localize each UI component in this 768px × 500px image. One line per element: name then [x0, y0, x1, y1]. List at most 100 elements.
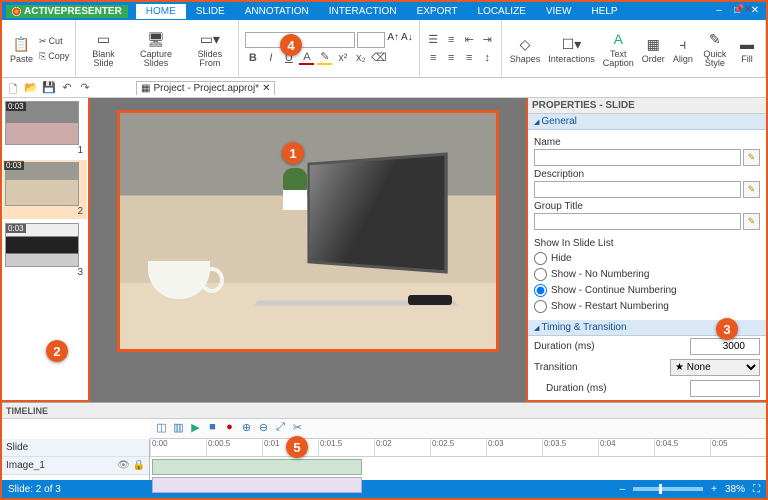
open-icon[interactable]: 📂 [24, 81, 38, 95]
superscript-button[interactable]: x² [335, 50, 350, 65]
font-size-input[interactable] [357, 32, 385, 48]
capture-slides-button[interactable]: 🖥Capture Slides [127, 27, 186, 70]
undo-icon[interactable]: ↶ [60, 81, 74, 95]
order-button[interactable]: ▦Order [638, 32, 669, 66]
quick-style-button[interactable]: ✎Quick Style [697, 27, 733, 70]
clip-slide[interactable] [152, 459, 362, 475]
interactions-button[interactable]: ☐▾Interactions [544, 32, 599, 66]
status-slide: Slide: 2 of 3 [8, 484, 61, 495]
visibility-icon[interactable]: 👁 🔒 [117, 460, 145, 471]
main-area: 0:03 1 0:03 2 0:03 3 PROPERTIES - SLIDE📌… [2, 98, 766, 402]
tl-snap-icon[interactable]: ◫ [154, 421, 169, 436]
save-icon[interactable]: 💾 [42, 81, 56, 95]
radio-show-no-numbering[interactable] [534, 268, 547, 281]
thumbnail-2[interactable]: 0:03 2 [3, 160, 87, 219]
tl-zoomin-icon[interactable]: ⊕ [239, 421, 254, 436]
thumbnail-3[interactable]: 0:03 3 [5, 223, 85, 278]
description-input[interactable] [534, 181, 741, 198]
group-title-label: Group Title [534, 201, 760, 212]
paste-button[interactable]: 📋Paste [6, 32, 37, 66]
indent-icon[interactable]: ⇥ [480, 32, 495, 47]
radio-hide[interactable] [534, 252, 547, 265]
callout-2: 2 [46, 340, 68, 362]
outdent-icon[interactable]: ⇤ [462, 32, 477, 47]
fit-icon[interactable]: ⛶ [753, 484, 760, 495]
description-edit-button[interactable]: ✎ [743, 181, 760, 198]
new-icon[interactable]: 🗋 [6, 81, 20, 95]
timeline-ruler: 0:000:00.50:010:01.50:020:02.50:030:03.5… [150, 439, 766, 457]
callout-1: 1 [282, 142, 304, 164]
callout-5: 5 [286, 436, 308, 458]
radio-show-restart-numbering[interactable] [534, 300, 547, 313]
font-grow-icon[interactable]: A↑ [387, 32, 399, 48]
tl-record-icon[interactable]: ● [222, 421, 237, 436]
tl-stop-icon[interactable]: ■ [205, 421, 220, 436]
timeline-lane[interactable]: 0:000:00.50:010:01.50:020:02.50:030:03.5… [150, 439, 766, 480]
duration-input[interactable] [690, 338, 760, 355]
bullets-icon[interactable]: ☰ [426, 32, 441, 47]
transition-duration-input[interactable] [690, 380, 760, 397]
align-right-icon[interactable]: ≡ [462, 50, 477, 65]
minimize-icon[interactable]: – [712, 5, 726, 17]
transition-select[interactable]: ★ None [670, 359, 760, 376]
align-left-icon[interactable]: ≡ [426, 50, 441, 65]
align-button[interactable]: ⫞Align [669, 32, 697, 66]
close-tab-icon[interactable]: ✕ [262, 83, 270, 94]
italic-button[interactable]: I [263, 50, 278, 65]
tl-insert-icon[interactable]: ▥ [171, 421, 186, 436]
group-title-edit-button[interactable]: ✎ [743, 213, 760, 230]
project-tab[interactable]: ▦ Project - Project.approj* ✕ [136, 81, 275, 95]
numbering-icon[interactable]: ≡ [444, 32, 459, 47]
transition-label: Transition [534, 362, 578, 373]
thumbnail-1[interactable]: 0:03 1 [5, 101, 85, 156]
group-title-input[interactable] [534, 213, 741, 230]
fill-button[interactable]: ▬Fill [733, 32, 761, 66]
subscript-button[interactable]: x₂ [353, 50, 368, 65]
shapes-button[interactable]: ◇Shapes [506, 32, 545, 66]
font-color-button[interactable]: A [299, 50, 314, 65]
redo-icon[interactable]: ↷ [78, 81, 92, 95]
slide-preview[interactable] [117, 110, 499, 352]
tab-help[interactable]: HELP [581, 4, 627, 19]
align-center-icon[interactable]: ≡ [444, 50, 459, 65]
laptop-graphic [256, 158, 466, 308]
zoom-out-icon[interactable]: – [620, 484, 626, 495]
zoom-in-icon[interactable]: + [711, 484, 717, 495]
tl-play-icon[interactable]: ▶ [188, 421, 203, 436]
tab-interaction[interactable]: INTERACTION [319, 4, 407, 19]
tab-slide[interactable]: SLIDE [186, 4, 235, 19]
tab-annotation[interactable]: ANNOTATION [235, 4, 319, 19]
highlight-button[interactable]: ✎ [317, 50, 332, 65]
quick-access-toolbar: 🗋 📂 💾 ↶ ↷ ▦ Project - Project.approj* ✕ [2, 78, 766, 98]
track-image[interactable]: Image_1👁 🔒 [2, 457, 149, 475]
zoom-slider[interactable] [633, 487, 703, 491]
radio-show-continue-numbering[interactable] [534, 284, 547, 297]
bold-button[interactable]: B [245, 50, 260, 65]
tl-zoomfit-icon[interactable]: ⤢ [273, 421, 288, 436]
name-input[interactable] [534, 149, 741, 166]
cut-button[interactable]: ✂Cut [37, 35, 71, 48]
timeline-header: TIMELINE [2, 403, 766, 419]
slide-thumbnails-panel: 0:03 1 0:03 2 0:03 3 [2, 98, 90, 402]
tl-split-icon[interactable]: ✂ [290, 421, 305, 436]
tab-home[interactable]: HOME [136, 4, 186, 19]
font-shrink-icon[interactable]: A↓ [401, 32, 413, 48]
tab-localize[interactable]: LOCALIZE [468, 4, 536, 19]
tl-zoomout-icon[interactable]: ⊖ [256, 421, 271, 436]
clear-format-button[interactable]: ⌫ [371, 50, 386, 65]
section-general[interactable]: General [528, 114, 766, 130]
tab-export[interactable]: EXPORT [407, 4, 468, 19]
slides-from-button[interactable]: ▭▾Slides From [185, 27, 234, 70]
text-caption-button[interactable]: AText Caption [599, 27, 638, 70]
slide-canvas[interactable] [90, 98, 526, 402]
properties-header: PROPERTIES - SLIDE📌✕ [528, 98, 766, 114]
duration-label: Duration (ms) [534, 341, 595, 352]
tab-view[interactable]: VIEW [536, 4, 582, 19]
name-edit-button[interactable]: ✎ [743, 149, 760, 166]
blank-slide-button[interactable]: ▭Blank Slide [80, 27, 127, 70]
track-slide[interactable]: Slide [2, 439, 149, 457]
line-spacing-icon[interactable]: ↕ [480, 50, 495, 65]
copy-button[interactable]: ⎘Copy [37, 50, 71, 63]
direction-input[interactable] [690, 401, 760, 402]
clip-image[interactable] [152, 477, 362, 493]
